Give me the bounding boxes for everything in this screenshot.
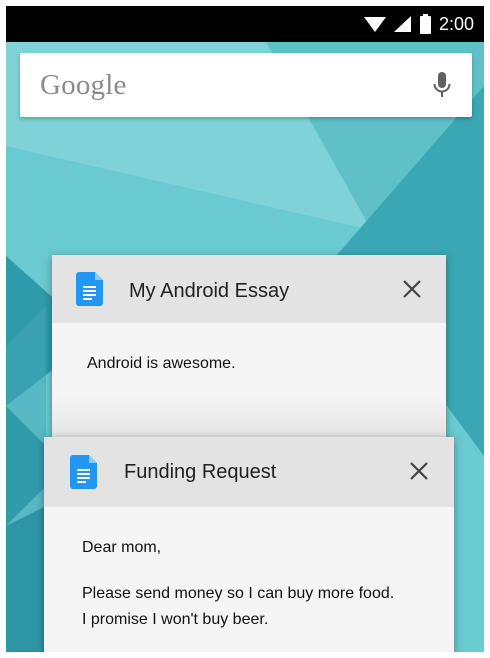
google-logo: Google <box>40 68 127 101</box>
battery-icon <box>419 14 431 34</box>
docs-icon <box>70 455 97 489</box>
docs-icon <box>76 272 103 306</box>
phone-screen: 2:00 Google My Android Essay Android is … <box>6 6 484 652</box>
signal-icon <box>393 16 411 32</box>
card-header: My Android Essay <box>52 255 446 323</box>
preview-line: I promise I won't buy beer. <box>82 611 269 628</box>
recent-card-funding[interactable]: Funding Request Dear mom, Please send mo… <box>44 437 454 652</box>
card-preview-text: Android is awesome. <box>87 355 236 372</box>
preview-line: Dear mom, <box>82 539 162 556</box>
card-header: Funding Request <box>44 437 454 507</box>
preview-line: Please send money so I can buy more food… <box>82 585 395 602</box>
card-title: Funding Request <box>124 461 277 483</box>
mic-icon[interactable] <box>432 71 452 101</box>
recent-card-essay[interactable]: My Android Essay Android is awesome. <box>52 255 446 455</box>
preview-line <box>82 561 394 581</box>
card-title: My Android Essay <box>129 280 290 302</box>
status-time: 2:00 <box>438 14 474 34</box>
wifi-icon <box>363 17 386 32</box>
close-icon[interactable] <box>400 277 424 301</box>
google-search-bar[interactable]: Google <box>20 53 472 117</box>
card-preview-text: Dear mom, Please send money so I can buy… <box>82 535 394 633</box>
status-bar: 2:00 <box>6 6 484 42</box>
close-icon[interactable] <box>407 459 431 483</box>
